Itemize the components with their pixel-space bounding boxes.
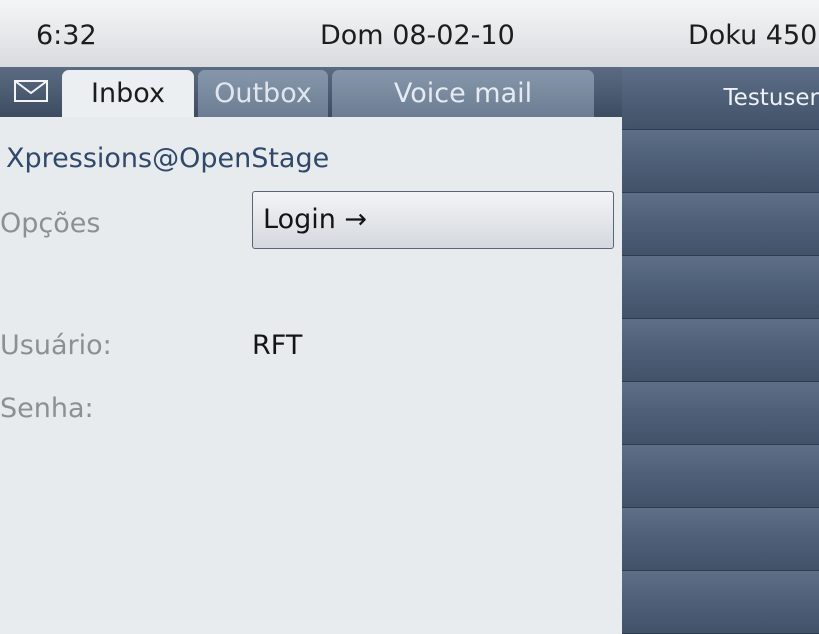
function-key-7[interactable]	[622, 445, 819, 508]
password-label: Senha:	[0, 393, 94, 424]
login-button[interactable]: Login →	[252, 191, 614, 249]
function-key-8[interactable]	[622, 508, 819, 571]
user-label: Usuário:	[0, 330, 112, 361]
device-name: Doku 450	[688, 20, 818, 51]
options-label: Opções	[0, 208, 101, 239]
status-bar: 6:32 Dom 08-02-10 Doku 450	[0, 0, 819, 67]
function-key-9[interactable]	[622, 571, 819, 634]
function-key-panel: Testuser	[622, 67, 819, 634]
function-key-4[interactable]	[622, 256, 819, 319]
function-key-5[interactable]	[622, 319, 819, 382]
function-key-1[interactable]: Testuser	[622, 67, 819, 130]
function-key-3[interactable]	[622, 193, 819, 256]
clock-time: 6:32	[36, 20, 97, 51]
tab-inbox[interactable]: Inbox	[62, 70, 194, 117]
page-title: Xpressions@OpenStage	[6, 143, 330, 174]
envelope-icon	[14, 80, 48, 102]
tab-voice-mail[interactable]: Voice mail	[332, 70, 594, 117]
date-display: Dom 08-02-10	[320, 20, 515, 51]
function-key-6[interactable]	[622, 382, 819, 445]
user-field[interactable]: RFT	[252, 330, 302, 361]
function-key-2[interactable]	[622, 130, 819, 193]
tab-outbox[interactable]: Outbox	[198, 70, 328, 117]
function-key-label: Testuser	[723, 85, 819, 111]
